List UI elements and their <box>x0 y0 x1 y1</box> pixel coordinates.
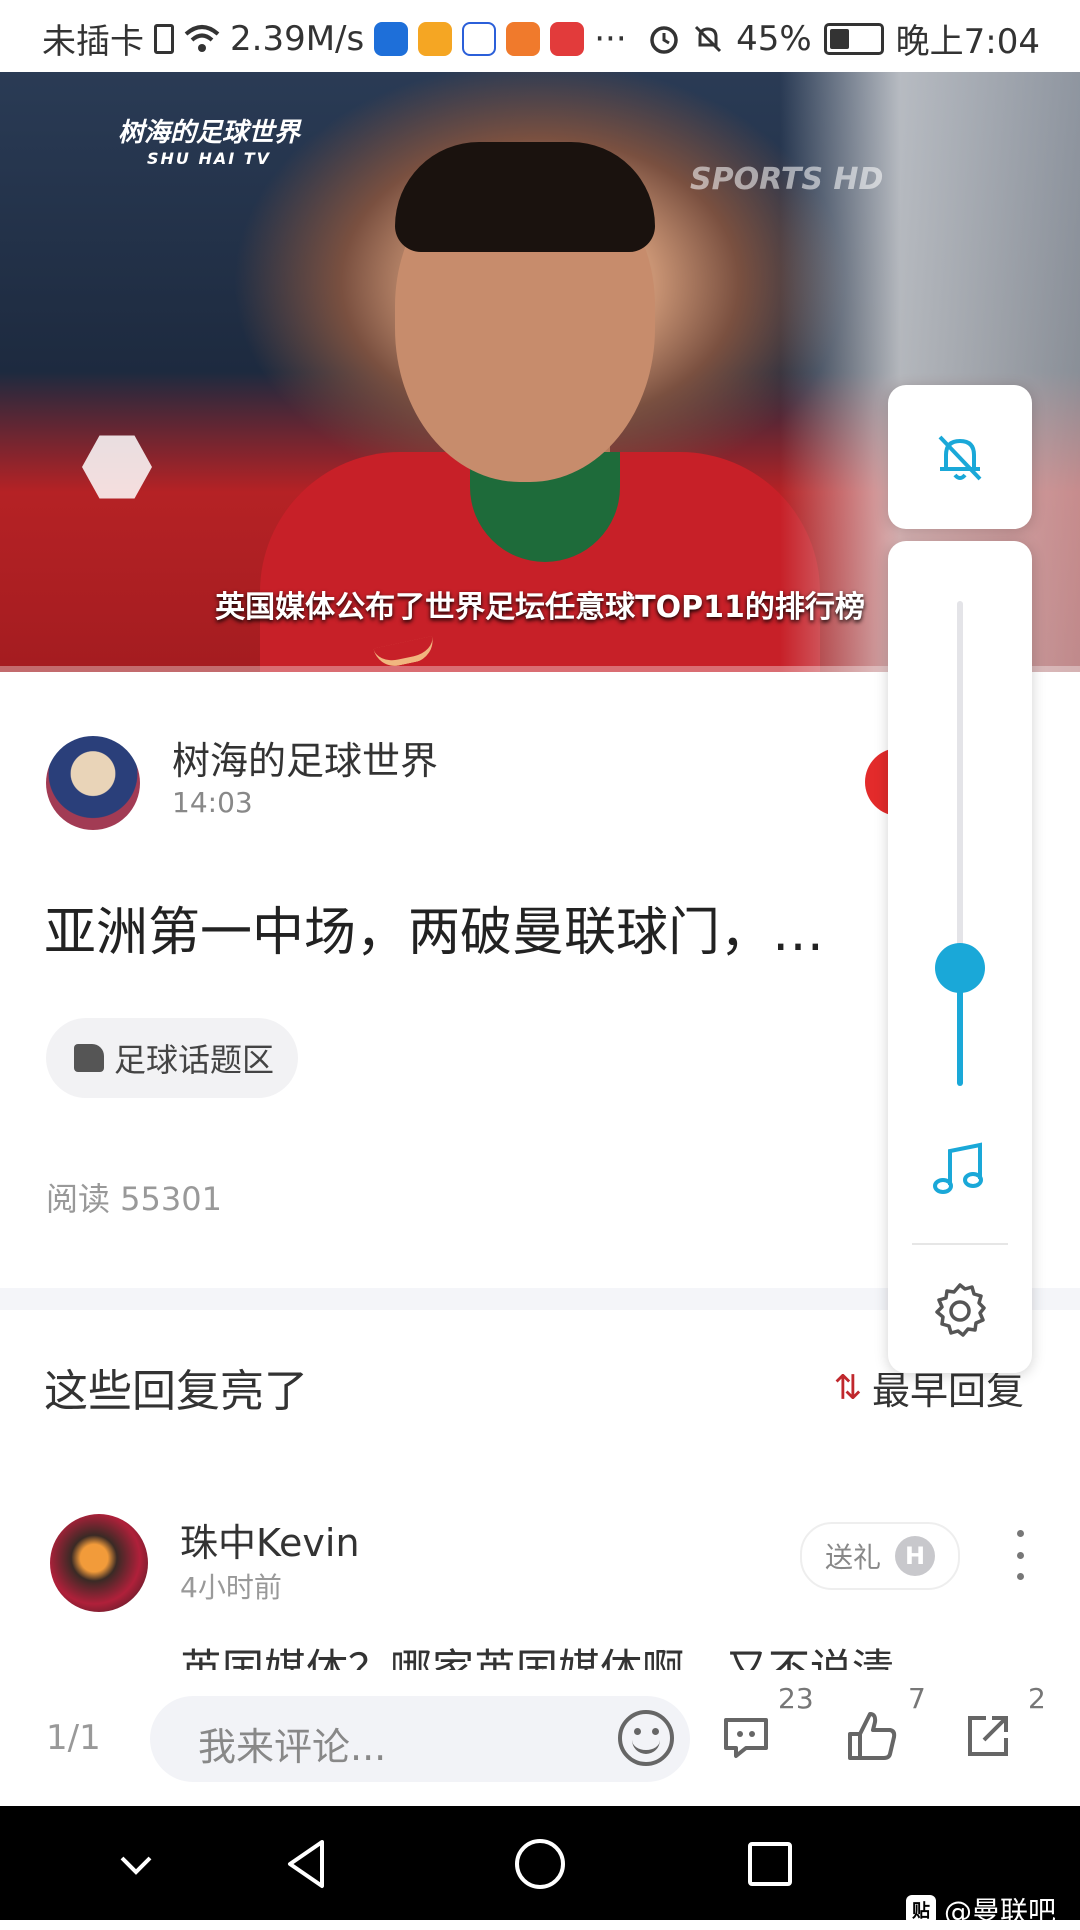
comment-count: 23 <box>778 1682 814 1715</box>
battery-level-fill <box>829 28 849 49</box>
notes-app-icon <box>418 21 453 56</box>
channel-watermark: 树海的足球世界 SHU HAI TV <box>118 112 300 168</box>
share-count: 2 <box>1028 1682 1046 1715</box>
volume-slider-thumb[interactable] <box>935 943 985 994</box>
commenter-name[interactable]: 珠中Kevin <box>180 1512 360 1567</box>
like-count: 7 <box>908 1682 926 1715</box>
commenter-avatar[interactable] <box>50 1514 148 1612</box>
read-count: 阅读 55301 <box>46 1180 222 1218</box>
mute-bell-icon <box>695 25 722 52</box>
video-frame-hair <box>395 142 655 252</box>
alarm-icon <box>650 25 678 54</box>
comment-input[interactable]: 我来评论... <box>150 1696 690 1782</box>
topic-tag[interactable]: 足球话题区 <box>46 1018 299 1098</box>
battery-icon <box>823 22 884 55</box>
panel-divider <box>912 1243 1008 1245</box>
tag-icon <box>74 1044 104 1072</box>
shield-app-icon <box>374 21 409 56</box>
hexagon-logo-icon <box>82 435 152 499</box>
ringer-toggle[interactable] <box>888 385 1032 529</box>
gift-label: 送礼 <box>824 1541 881 1574</box>
clock: 晚上7:04 <box>895 22 1040 62</box>
watermark-text: @曼联吧 <box>943 1895 1056 1928</box>
comment-placeholder: 我来评论... <box>198 1725 387 1769</box>
comment-time: 4小时前 <box>180 1571 282 1604</box>
gear-icon[interactable] <box>928 1279 992 1343</box>
source-watermark: 贴 @曼联吧 <box>905 1890 1056 1930</box>
channel-watermark-sub: SHU HAI TV <box>146 149 272 168</box>
more-options-icon[interactable] <box>1010 1530 1030 1580</box>
baidu-app-icon <box>462 21 497 56</box>
post-time: 14:03 <box>172 786 253 819</box>
bottom-action-bar: 1/1 我来评论... 23 7 2 <box>0 1670 1080 1804</box>
volume-panel <box>888 541 1032 1373</box>
gift-badge-icon: H <box>895 1536 935 1576</box>
broadcaster-watermark: SPORTS HD <box>690 162 884 197</box>
sim-alert-icon <box>154 23 174 54</box>
sort-order-icon: ⇅ <box>833 1367 862 1408</box>
topic-tag-label: 足球话题区 <box>114 1041 275 1079</box>
video-app-icon <box>506 21 541 56</box>
collapse-icon[interactable] <box>106 1834 166 1894</box>
recents-icon[interactable] <box>740 1834 800 1894</box>
channel-watermark-name: 树海的足球世界 <box>118 118 301 148</box>
music-note-icon[interactable] <box>930 1141 990 1201</box>
bell-off-icon <box>938 435 982 481</box>
battery-percent: 45% <box>736 18 812 59</box>
share-icon[interactable] <box>958 1706 1018 1766</box>
net-speed: 2.39M/s <box>230 18 365 59</box>
gift-button[interactable]: 送礼 H <box>800 1522 960 1590</box>
tieba-logo-icon: 贴 <box>905 1895 936 1925</box>
author-name[interactable]: 树海的足球世界 <box>172 730 438 785</box>
comment-text: 英国媒体？哪家英国媒体啊，又不说清 <box>180 1645 895 1670</box>
post-title: 亚洲第一中场，两破曼联球门，… <box>44 903 825 963</box>
author-avatar[interactable] <box>46 736 140 830</box>
home-icon[interactable] <box>510 1834 570 1894</box>
page-indicator: 1/1 <box>46 1718 101 1758</box>
carrier-label: 未插卡 <box>42 22 144 62</box>
status-bar: 未插卡 2.39M/s ··· 45% 晚上7:04 <box>0 0 1080 72</box>
replies-heading: 这些回复亮了 <box>44 1366 308 1417</box>
back-icon[interactable] <box>278 1834 338 1894</box>
tieba-app-icon <box>550 21 585 56</box>
comment-icon[interactable] <box>716 1706 776 1766</box>
more-notifications: ··· <box>594 18 627 59</box>
wifi-icon <box>184 24 220 52</box>
like-icon[interactable] <box>842 1706 902 1766</box>
emoji-icon[interactable] <box>618 1710 674 1766</box>
